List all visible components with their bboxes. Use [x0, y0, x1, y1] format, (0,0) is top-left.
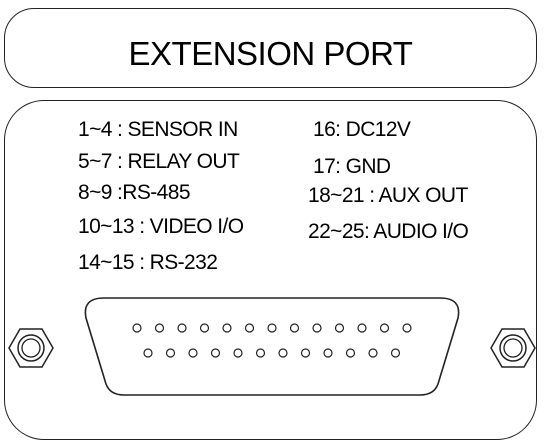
pin-17 [210, 348, 221, 358]
pin-23 [345, 348, 356, 358]
pin-7 [267, 323, 277, 333]
pin-5 [222, 323, 232, 333]
pin-12 [379, 323, 390, 333]
pin-4 [199, 323, 210, 333]
pin-9 [312, 323, 322, 333]
pin-24 [368, 348, 378, 358]
pin-10 [334, 323, 345, 333]
pin-13 [402, 323, 412, 333]
connector-drawing [8, 297, 536, 396]
pin-18 [233, 348, 243, 358]
pin-6 [244, 323, 255, 333]
pin-11 [357, 323, 367, 333]
pin-25 [390, 348, 401, 358]
left-mounting-nut-icon [8, 328, 54, 368]
db25-connector-shell [84, 297, 460, 396]
pin-14 [143, 348, 153, 358]
pin-8 [289, 323, 300, 333]
pin-15 [165, 348, 176, 358]
pin-16 [188, 348, 198, 358]
right-mounting-nut-icon [490, 328, 536, 368]
pin-19 [255, 348, 266, 358]
pin-3 [177, 323, 187, 333]
pin-21 [300, 348, 311, 358]
pin-22 [323, 348, 333, 358]
pin-20 [278, 348, 288, 358]
connector-pins [132, 323, 412, 358]
extension-port-diagram: EXTENSION PORT 1~4 : SENSOR IN 5~7 : REL… [0, 0, 544, 440]
pin-1 [132, 323, 142, 333]
pin-2 [154, 323, 165, 333]
